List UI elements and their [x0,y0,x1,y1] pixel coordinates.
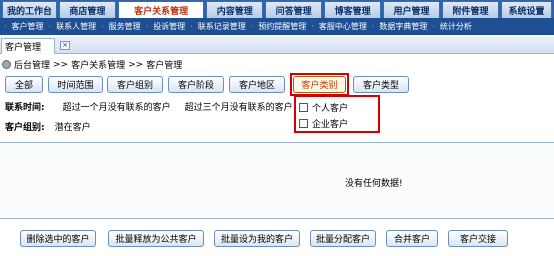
subnav-service-management[interactable]: 服务管理 [109,21,141,32]
filter-customer-region-button[interactable]: 客户地区 [229,76,285,93]
tab-attachment-management[interactable]: 附件管理 [442,1,499,18]
contact-time-row: 联系时间: 超过一个月没有联系的客户 超过三个月没有联系的客户 [5,100,293,113]
breadcrumb-current: 客户管理 [146,61,183,71]
subnav-customer-management[interactable]: 客户管理 [12,21,44,32]
highlight-box [290,73,349,96]
checkbox[interactable] [299,102,308,112]
subnav-contact-management[interactable]: 联系人管理 [56,21,96,32]
close-icon[interactable]: × [60,41,70,50]
tab-system-settings[interactable]: 系统设置 [500,1,552,18]
subnav-statistics[interactable]: 统计分析 [440,21,472,32]
customer-data-table: 没有任何数据! [0,142,554,219]
breadcrumb: 后台管理 >> 客户关系管理 >> 客户管理 [2,58,182,71]
subnav-appointment-management[interactable]: 预约提醒管理 [258,21,306,32]
customer-group-row: 客户组别: 潜在客户 [5,120,91,133]
option-label: 企业客户 [312,119,349,130]
tab-workbench[interactable]: 我的工作台 [2,1,57,18]
merge-customers-button[interactable]: 合并客户 [386,230,438,247]
contact-time-option-1-month[interactable]: 超过一个月没有联系的客户 [63,100,171,113]
customer-category-dropdown: 个人客户 企业客户 [294,95,380,133]
page-tab-customer-management[interactable]: 客户管理 [1,38,55,54]
breadcrumb-separator: >> [53,59,69,70]
empty-message: 没有任何数据! [345,179,403,189]
sub-navigation: · 客户管理 · 联系人管理 · 服务管理 · 投诉管理 · 联系记录管理 · 预约提醒管理… [0,18,554,35]
filter-customer-stage-button[interactable]: 客户阶段 [168,76,224,93]
home-icon [2,60,11,69]
filter-all-button[interactable]: 全部 [5,76,43,93]
filter-customer-group-button[interactable]: 客户组别 [107,76,163,93]
customer-handover-button[interactable]: 客户交接 [448,230,508,247]
tab-qa-management[interactable]: 问答管理 [265,1,323,18]
breadcrumb-root[interactable]: 后台管理 [14,58,50,71]
customer-group-value[interactable]: 潜在客户 [55,120,91,133]
checkbox[interactable] [299,118,308,128]
option-label: 个人客户 [312,103,349,114]
assign-to-me-button[interactable]: 批量设为我的客户 [214,230,300,247]
tab-content-management[interactable]: 内容管理 [206,1,264,18]
delete-selected-button[interactable]: 删除选中的客户 [20,230,96,247]
contact-time-option-3-months[interactable]: 超过三个月没有联系的客户 [185,100,293,113]
tab-blog-management[interactable]: 博客管理 [324,1,382,18]
batch-distribute-button[interactable]: 批量分配客户 [310,230,376,247]
customer-group-label: 客户组别: [5,123,45,133]
breadcrumb-separator: >> [128,59,144,70]
filter-time-range-button[interactable]: 时间范围 [48,76,103,93]
contact-time-label: 联系时间: [5,103,45,113]
option-individual-customer[interactable]: 个人客户 [299,99,375,115]
subnav-complaint-management[interactable]: 投诉管理 [153,21,185,32]
page-tab-bar: 客户管理 × [0,37,554,54]
option-enterprise-customer[interactable]: 企业客户 [299,115,375,131]
breadcrumb-section[interactable]: 客户关系管理 [71,58,125,71]
top-navigation: 我的工作台 商店管理 客户关系管理 内容管理 问答管理 博客管理 用户管理 附件… [0,0,554,18]
release-to-public-button[interactable]: 批量释放为公共客户 [108,230,204,247]
subnav-dictionary-management[interactable]: 数据字典管理 [379,21,427,32]
filter-customer-type-button[interactable]: 客户类型 [353,76,409,93]
tab-crm[interactable]: 客户关系管理 [117,1,205,18]
subnav-contact-record-management[interactable]: 联系记录管理 [198,21,246,32]
subnav-service-center-management[interactable]: 客服中心管理 [319,21,367,32]
tab-store-management[interactable]: 商店管理 [58,1,116,18]
tab-user-management[interactable]: 用户管理 [383,1,441,18]
